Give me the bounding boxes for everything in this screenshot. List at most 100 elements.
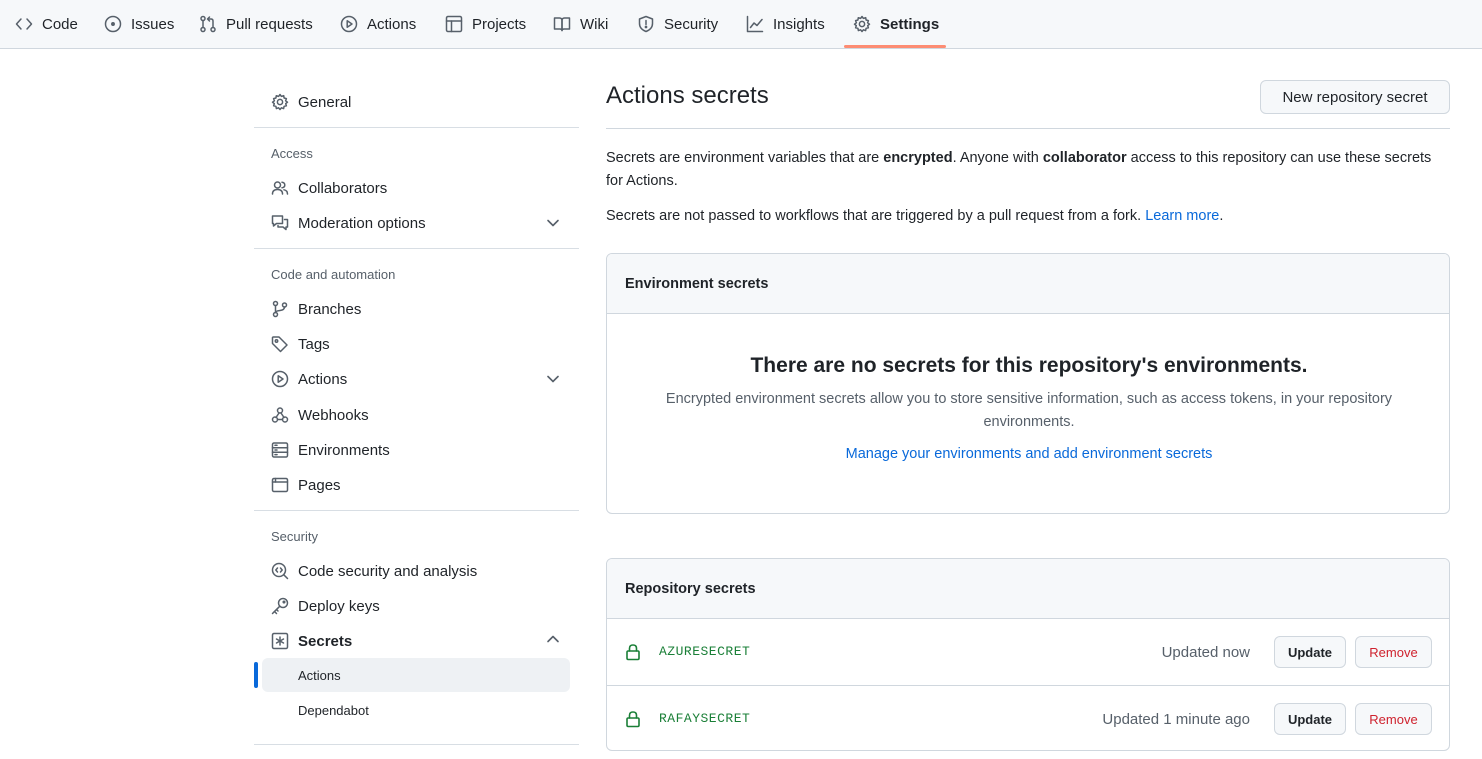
tab-label: Settings <box>880 15 940 33</box>
secret-row: RAFAYSECRET Updated 1 minute ago Update … <box>607 685 1449 750</box>
secret-row: AZURESECRET Updated now Update Remove <box>607 619 1449 685</box>
tag-icon <box>271 336 288 353</box>
sidebar-item-label: Moderation options <box>298 214 426 232</box>
fork-note: Secrets are not passed to workflows that… <box>606 208 1224 224</box>
sidebar-subitem-dependabot[interactable]: Dependabot <box>298 703 369 718</box>
tab-issues[interactable]: Issues <box>104 0 174 48</box>
sidebar-item-secrets[interactable]: Secrets <box>271 626 352 656</box>
gear-icon <box>271 93 289 111</box>
branch-icon <box>272 300 288 318</box>
empty-state-text: Encrypted environment secrets allow you … <box>665 391 1393 430</box>
sidebar-item-label: Pages <box>298 476 341 494</box>
play-icon <box>271 370 289 388</box>
sidebar-item-tags[interactable]: Tags <box>271 329 330 359</box>
table-icon <box>445 15 463 33</box>
shield-icon <box>638 15 654 33</box>
sidebar-item-actions[interactable]: Actions <box>271 364 347 394</box>
code-icon <box>15 18 33 30</box>
secret-updated: Updated 1 minute ago <box>1102 711 1250 728</box>
codescan-icon <box>271 562 289 580</box>
sidebar-item-label: Tags <box>298 335 330 353</box>
sidebar-heading-code-automation: Code and automation <box>271 267 396 282</box>
divider <box>606 128 1450 129</box>
tab-label: Pull requests <box>226 15 313 33</box>
tab-label: Code <box>42 15 78 33</box>
sidebar-item-label: Actions <box>298 370 348 388</box>
environment-secrets-box: Environment secrets There are no secrets… <box>606 253 1450 514</box>
page-title: Actions secrets <box>606 82 769 109</box>
desc-text: Secrets are not passed to workflows that… <box>606 208 1146 224</box>
sidebar-item-label: Code security and analysis <box>298 562 478 580</box>
chevron-up-icon[interactable] <box>544 630 562 648</box>
sidebar-heading-access: Access <box>271 146 313 161</box>
sidebar-item-environments[interactable]: Environments <box>271 435 390 465</box>
tab-security[interactable]: Security <box>637 0 718 48</box>
tab-settings[interactable]: Settings <box>853 0 939 48</box>
sidebar-subitem-actions[interactable]: Actions <box>298 668 341 683</box>
update-secret-button[interactable]: Update <box>1274 636 1346 668</box>
remove-secret-button[interactable]: Remove <box>1355 703 1432 735</box>
sidebar-item-pages[interactable]: Pages <box>271 470 341 500</box>
tab-wiki[interactable]: Wiki <box>553 0 608 48</box>
tab-projects[interactable]: Projects <box>445 0 526 48</box>
active-item-indicator <box>254 662 258 688</box>
comment-discussion-icon <box>271 215 289 231</box>
sidebar-heading-security: Security <box>271 529 318 544</box>
sidebar-item-moderation[interactable]: Moderation options <box>271 208 426 238</box>
active-tab-indicator <box>844 45 946 48</box>
tab-label: Issues <box>131 15 175 33</box>
desc-text: Secrets are environment variables that a… <box>606 150 884 166</box>
browser-icon <box>271 477 289 493</box>
divider <box>254 510 579 511</box>
lock-icon <box>626 711 640 728</box>
empty-state-link-wrap: Manage your environments and add environ… <box>607 446 1449 462</box>
divider <box>254 744 579 745</box>
sidebar-item-branches[interactable]: Branches <box>271 294 361 324</box>
sidebar-item-label: Environments <box>298 441 390 459</box>
graph-icon <box>746 15 764 33</box>
secret-name: AZURESECRET <box>659 644 751 659</box>
tab-code[interactable]: Code <box>15 0 78 48</box>
sidebar-item-code-security[interactable]: Code security and analysis <box>271 556 477 586</box>
desc-text: . Anyone with <box>952 150 1043 166</box>
learn-more-link[interactable]: Learn more <box>1145 208 1219 224</box>
asterisk-icon <box>271 632 289 650</box>
tab-label: Insights <box>773 15 825 33</box>
sidebar-item-webhooks[interactable]: Webhooks <box>271 400 369 430</box>
remove-secret-button[interactable]: Remove <box>1355 636 1432 668</box>
sidebar-item-label: Branches <box>298 300 362 318</box>
webhook-icon <box>271 407 289 423</box>
server-icon <box>271 442 289 458</box>
divider <box>254 248 579 249</box>
play-icon <box>340 15 358 33</box>
chevron-down-icon[interactable] <box>544 214 562 232</box>
lock-icon <box>626 644 640 661</box>
sidebar-item-general[interactable]: General <box>271 87 351 117</box>
book-icon <box>553 17 571 32</box>
sidebar-item-label: General <box>298 93 352 111</box>
tab-insights[interactable]: Insights <box>746 0 825 48</box>
sidebar-item-label: Webhooks <box>298 406 369 424</box>
repo-nav: Code Issues Pull requests Actions Projec… <box>0 0 1482 49</box>
sidebar-item-deploy-keys[interactable]: Deploy keys <box>271 591 380 621</box>
secret-name: RAFAYSECRET <box>659 711 751 726</box>
update-secret-button[interactable]: Update <box>1274 703 1346 735</box>
divider <box>254 127 579 128</box>
pull-request-icon <box>200 15 216 33</box>
desc-bold: collaborator <box>1042 150 1127 166</box>
sidebar-item-collaborators[interactable]: Collaborators <box>271 173 387 203</box>
repository-secrets-box: Repository secrets AZURESECRET Updated n… <box>606 558 1450 751</box>
manage-environments-link[interactable]: Manage your environments and add environ… <box>846 446 1213 462</box>
tab-label: Wiki <box>580 15 609 33</box>
new-repository-secret-button[interactable]: New repository secret <box>1260 80 1450 114</box>
tab-label: Security <box>664 15 719 33</box>
repository-secrets-heading: Repository secrets <box>607 559 1449 619</box>
sidebar-item-label: Deploy keys <box>298 597 380 615</box>
tab-actions[interactable]: Actions <box>340 0 416 48</box>
tab-label: Projects <box>472 15 527 33</box>
tab-pull-requests[interactable]: Pull requests <box>199 0 313 48</box>
desc-bold: encrypted <box>883 150 953 166</box>
chevron-down-icon[interactable] <box>544 370 562 388</box>
tab-label: Actions <box>367 15 417 33</box>
secrets-description: Secrets are environment variables that a… <box>606 147 1446 193</box>
